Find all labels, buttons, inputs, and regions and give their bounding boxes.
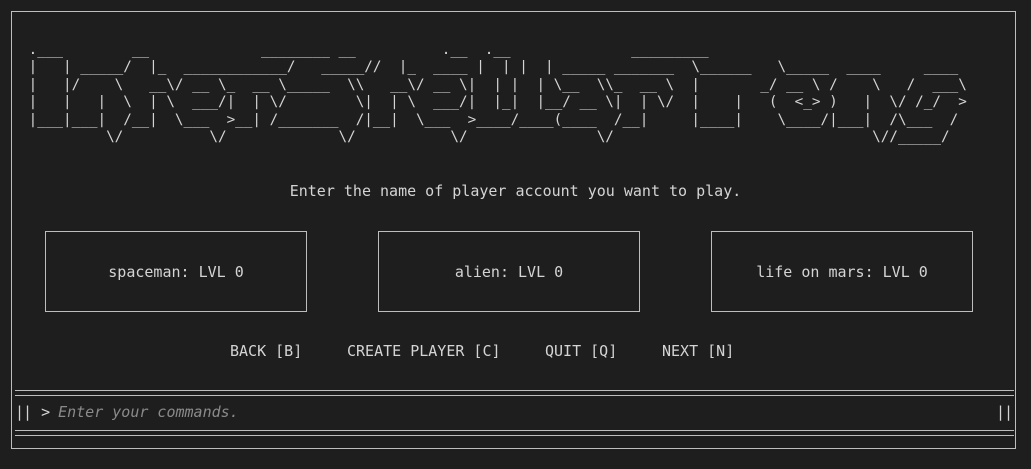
command-input[interactable] (58, 402, 1014, 422)
prompt-chevron-icon: > (41, 403, 51, 421)
command-border-left: || (15, 403, 32, 421)
next-option[interactable]: NEXT [N] (662, 342, 734, 360)
create-player-option[interactable]: CREATE PLAYER [C] (347, 342, 501, 360)
player-account-card-life-on-mars[interactable]: life on mars: LVL 0 (711, 231, 973, 312)
player-account-card-spaceman[interactable]: spaceman: LVL 0 (45, 231, 307, 312)
command-divider-top (15, 390, 1014, 396)
command-divider-bottom (15, 430, 1014, 436)
player-account-card-alien[interactable]: alien: LVL 0 (378, 231, 640, 312)
account-card-label: life on mars: LVL 0 (756, 262, 928, 281)
title-ascii-banner: .___ __ ________ __ .__ .__ _________ | … (28, 42, 967, 146)
account-card-label: alien: LVL 0 (454, 262, 564, 281)
quit-option[interactable]: QUIT [Q] (545, 342, 617, 360)
account-card-label: spaceman: LVL 0 (108, 262, 244, 281)
back-option[interactable]: BACK [B] (230, 342, 302, 360)
command-border-right: || (995, 403, 1013, 421)
command-line: || > || (15, 401, 1014, 423)
instruction-text: Enter the name of player account you wan… (289, 182, 742, 200)
